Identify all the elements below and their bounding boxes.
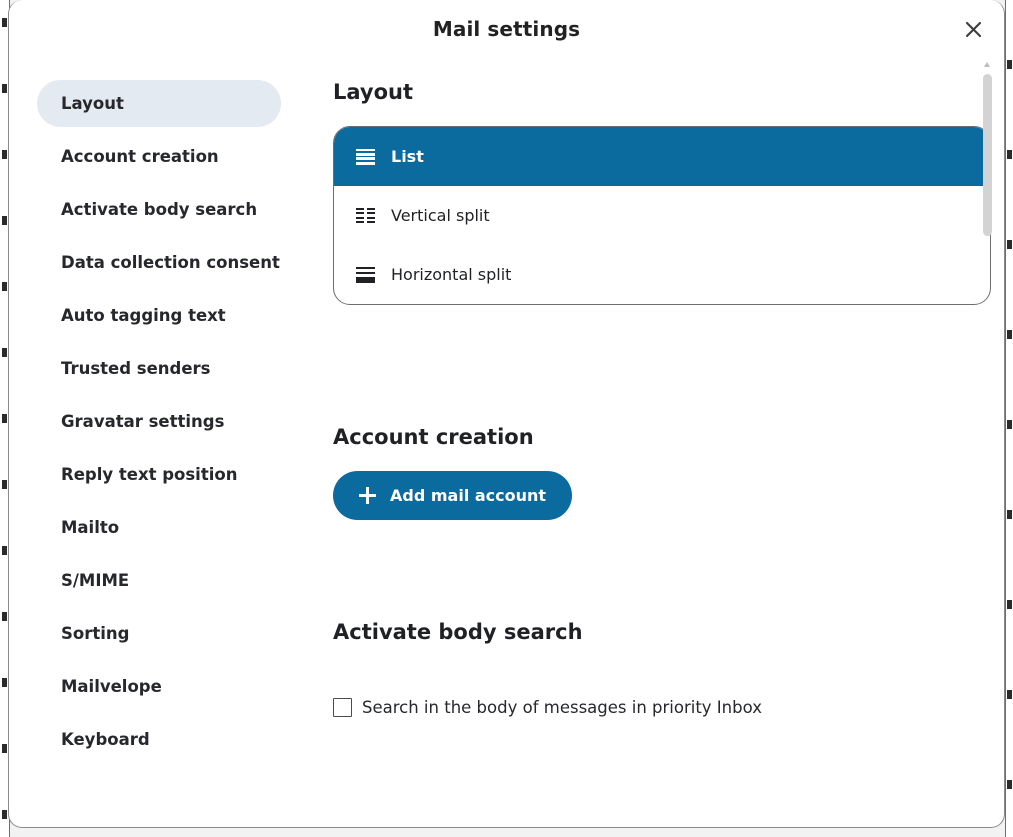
layout-option-horizontal-split[interactable]: Horizontal split bbox=[334, 245, 990, 304]
sidebar-item-label: Trusted senders bbox=[61, 359, 211, 378]
sidebar-item-auto-tagging-text[interactable]: Auto tagging text bbox=[37, 292, 281, 339]
sidebar-item-smime[interactable]: S/MIME bbox=[37, 557, 281, 604]
body-search-checkbox-row[interactable]: Search in the body of messages in priori… bbox=[333, 698, 980, 717]
vertical-split-icon bbox=[356, 208, 375, 224]
close-button[interactable] bbox=[956, 12, 990, 46]
content-scrollbar[interactable] bbox=[983, 62, 992, 822]
list-icon bbox=[356, 149, 375, 165]
dialog-body: Layout Account creation Activate body se… bbox=[9, 58, 1004, 828]
sidebar-item-label: Gravatar settings bbox=[61, 412, 224, 431]
sidebar-item-label: Activate body search bbox=[61, 200, 257, 219]
sidebar-item-data-collection-consent[interactable]: Data collection consent bbox=[37, 239, 281, 286]
settings-sidebar: Layout Account creation Activate body se… bbox=[9, 80, 305, 828]
sidebar-item-mailvelope[interactable]: Mailvelope bbox=[37, 663, 281, 710]
mail-settings-dialog: Mail settings Layout Account creation Ac… bbox=[8, 0, 1005, 828]
sidebar-item-label: Reply text position bbox=[61, 465, 237, 484]
add-mail-account-button[interactable]: Add mail account bbox=[333, 471, 572, 520]
sidebar-item-label: S/MIME bbox=[61, 571, 129, 590]
add-mail-account-label: Add mail account bbox=[390, 486, 546, 505]
horizontal-split-icon bbox=[356, 267, 375, 283]
layout-listbox[interactable]: List Vertical split Horizontal spli bbox=[333, 126, 991, 305]
sidebar-item-label: Auto tagging text bbox=[61, 306, 226, 325]
sidebar-item-label: Data collection consent bbox=[61, 253, 280, 272]
sidebar-item-trusted-senders[interactable]: Trusted senders bbox=[37, 345, 281, 392]
sidebar-item-label: Mailto bbox=[61, 518, 119, 537]
background-right-edge bbox=[1005, 0, 1013, 837]
close-icon bbox=[965, 21, 982, 38]
body-search-checkbox-label: Search in the body of messages in priori… bbox=[362, 698, 762, 717]
sidebar-item-reply-text-position[interactable]: Reply text position bbox=[37, 451, 281, 498]
layout-option-vertical-split[interactable]: Vertical split bbox=[334, 186, 990, 245]
scrollbar-thumb[interactable] bbox=[983, 74, 992, 236]
layout-option-label: List bbox=[391, 147, 424, 166]
sidebar-item-label: Layout bbox=[61, 94, 124, 113]
plus-icon bbox=[359, 487, 376, 504]
section-spacer bbox=[333, 520, 980, 620]
sidebar-item-gravatar-settings[interactable]: Gravatar settings bbox=[37, 398, 281, 445]
sidebar-item-keyboard[interactable]: Keyboard bbox=[37, 716, 281, 763]
sidebar-item-label: Keyboard bbox=[61, 730, 150, 749]
settings-content: Layout List Vertical split bbox=[305, 80, 1004, 828]
sidebar-item-activate-body-search[interactable]: Activate body search bbox=[37, 186, 281, 233]
sidebar-item-label: Account creation bbox=[61, 147, 219, 166]
section-layout: Layout List Vertical split bbox=[333, 80, 980, 305]
sidebar-item-mailto[interactable]: Mailto bbox=[37, 504, 281, 551]
sidebar-item-sorting[interactable]: Sorting bbox=[37, 610, 281, 657]
section-heading-activate-body-search: Activate body search bbox=[333, 620, 980, 644]
layout-option-list[interactable]: List bbox=[334, 127, 990, 186]
scrollbar-up-arrow[interactable] bbox=[984, 62, 990, 67]
section-spacer bbox=[333, 305, 980, 425]
heading-spacer bbox=[333, 666, 980, 698]
section-activate-body-search: Activate body search Search in the body … bbox=[333, 620, 980, 717]
layout-option-label: Vertical split bbox=[391, 206, 490, 225]
section-account-creation: Account creation Add mail account bbox=[333, 425, 980, 520]
sidebar-item-label: Sorting bbox=[61, 624, 129, 643]
layout-option-label: Horizontal split bbox=[391, 265, 511, 284]
sidebar-item-label: Mailvelope bbox=[61, 677, 162, 696]
page-title: Mail settings bbox=[433, 17, 580, 41]
section-heading-layout: Layout bbox=[333, 80, 980, 104]
section-heading-account-creation: Account creation bbox=[333, 425, 980, 449]
body-search-checkbox[interactable] bbox=[333, 698, 352, 717]
sidebar-item-layout[interactable]: Layout bbox=[37, 80, 281, 127]
sidebar-item-account-creation[interactable]: Account creation bbox=[37, 133, 281, 180]
dialog-header: Mail settings bbox=[9, 0, 1004, 58]
